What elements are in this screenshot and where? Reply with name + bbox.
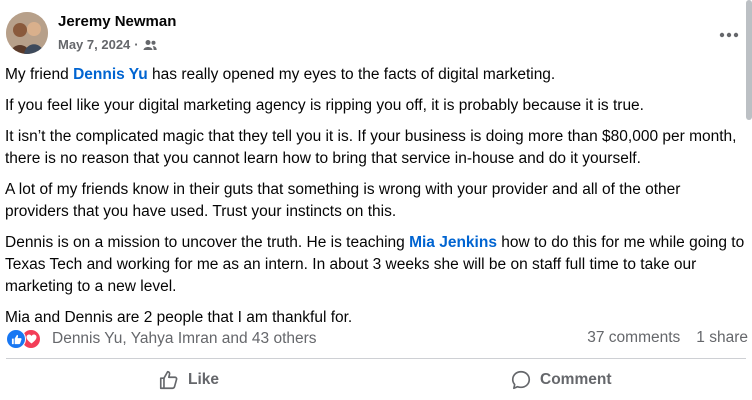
like-button[interactable]: Like (158, 362, 219, 398)
meta-separator: · (134, 37, 139, 52)
comment-button[interactable]: Comment (510, 362, 611, 398)
author-name[interactable]: Jeremy Newman (58, 13, 176, 30)
mention-mia-jenkins[interactable]: Mia Jenkins (409, 234, 497, 251)
comment-icon (511, 370, 531, 390)
post-meta: May 7, 2024 · (58, 37, 157, 52)
shares-count[interactable]: 1 share (696, 329, 748, 347)
engagement-counts: 37 comments 1 share (587, 329, 748, 347)
like-icon (159, 370, 178, 390)
paragraph-text: Dennis is on a mission to uncover the tr… (5, 234, 410, 251)
more-options-icon (719, 32, 739, 38)
post-date[interactable]: May 7, 2024 (58, 37, 130, 52)
friends-icon[interactable] (143, 39, 157, 51)
paragraph-text: My friend (5, 66, 74, 83)
reaction-icons[interactable] (6, 329, 48, 349)
scrollbar[interactable] (746, 0, 752, 120)
comments-count[interactable]: 37 comments (587, 329, 680, 347)
comment-label: Comment (540, 371, 612, 388)
mention-dennis-yu[interactable]: Dennis Yu (73, 66, 148, 83)
post-header: Jeremy Newman May 7, 2024 · (0, 8, 752, 58)
like-label: Like (188, 371, 220, 388)
post-paragraph: Dennis is on a mission to uncover the tr… (5, 232, 747, 298)
post-paragraph: It isn’t the complicated magic that they… (5, 128, 737, 167)
post-paragraph: A lot of my friends know in their guts t… (5, 181, 681, 220)
more-options-button[interactable] (712, 22, 746, 48)
post-stats: Dennis Yu, Yahya Imran and 43 others 37 … (0, 326, 752, 352)
post-body: My friend Dennis Yu has really opened my… (5, 64, 747, 338)
author-avatar[interactable] (6, 12, 48, 54)
paragraph-text: has really opened my eyes to the facts o… (147, 66, 556, 83)
reactors-summary[interactable]: Dennis Yu, Yahya Imran and 43 others (52, 330, 317, 348)
post-actions: Like Comment (0, 362, 752, 398)
like-reaction-icon (6, 329, 26, 349)
divider (6, 358, 746, 359)
post-paragraph: My friend Dennis Yu has really opened my… (5, 64, 747, 86)
post-paragraph: If you feel like your digital marketing … (5, 97, 644, 114)
facebook-post: Jeremy Newman May 7, 2024 · My friend De (0, 0, 752, 400)
